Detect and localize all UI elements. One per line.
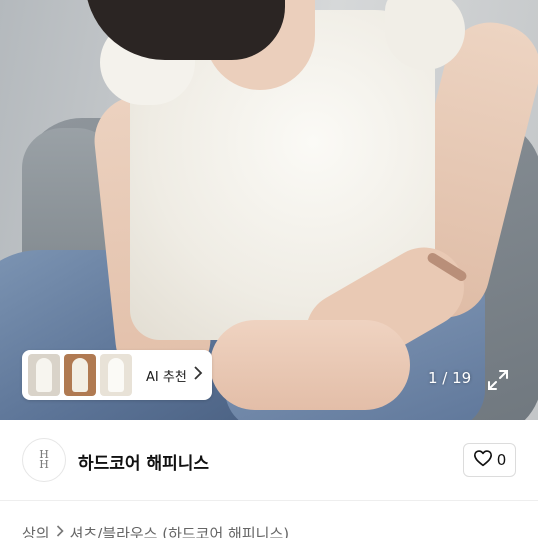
recommend-thumbnail — [28, 354, 60, 396]
heart-outline-icon — [473, 449, 493, 471]
chevron-right-icon — [56, 525, 64, 538]
shop-logo-text: H — [39, 458, 49, 471]
shop-row[interactable]: H H 하드코어 해피니스 0 — [0, 420, 538, 500]
recommend-thumbnail — [100, 354, 132, 396]
image-counter: 1 / 19 — [428, 369, 472, 387]
breadcrumb: 상의 셔츠/블라우스 (하드코어 해피니스) — [22, 523, 532, 538]
ai-recommend-label: AI 추천 — [146, 369, 187, 385]
product-image[interactable]: AI 추천 1 / 19 — [0, 0, 538, 420]
breadcrumb-item-category[interactable]: 셔츠/블라우스 (하드코어 해피니스) — [70, 523, 290, 538]
like-count: 0 — [496, 451, 507, 469]
divider — [0, 500, 538, 501]
recommend-thumbnail — [64, 354, 96, 396]
ai-recommend-button[interactable]: AI 추천 — [22, 350, 212, 400]
photo-hands — [210, 320, 410, 410]
like-button[interactable]: 0 — [463, 443, 516, 477]
chevron-right-icon — [193, 366, 203, 384]
shop-name[interactable]: 하드코어 해피니스 — [78, 449, 209, 474]
breadcrumb-item-top[interactable]: 상의 — [22, 523, 50, 538]
expand-icon[interactable] — [486, 368, 510, 392]
shop-logo[interactable]: H H — [22, 438, 66, 482]
